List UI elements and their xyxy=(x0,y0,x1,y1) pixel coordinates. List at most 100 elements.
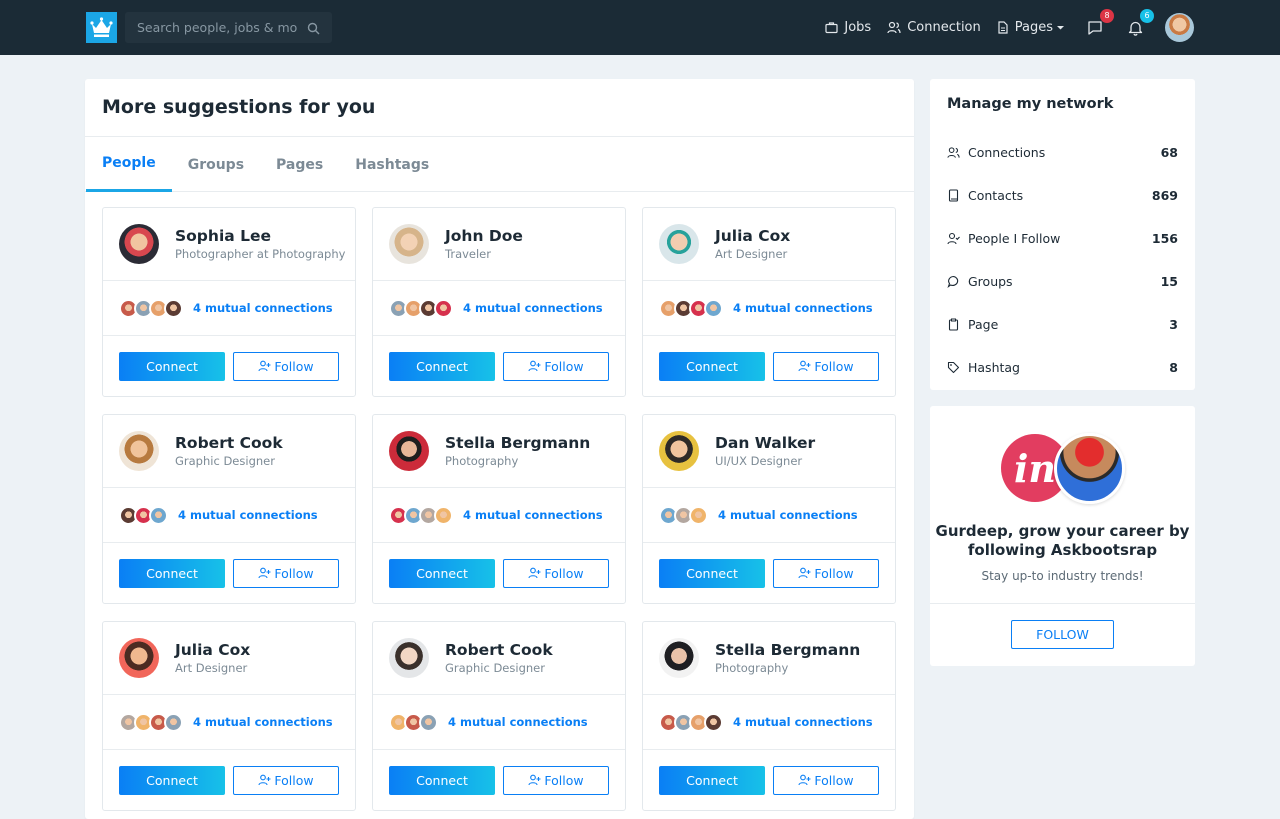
connect-button[interactable]: Connect xyxy=(389,765,495,795)
nav-connection[interactable]: Connection xyxy=(887,20,981,35)
mutual-connections-link[interactable]: 4 mutual connections xyxy=(178,508,318,522)
follow-button[interactable]: Follow xyxy=(233,351,339,381)
network-item-connections[interactable]: Connections 68 xyxy=(930,131,1195,174)
nav-jobs[interactable]: Jobs xyxy=(825,20,871,35)
page-title: More suggestions for you xyxy=(85,79,914,137)
notifications-button[interactable]: 6 xyxy=(1125,8,1154,38)
follow-button[interactable]: Follow xyxy=(233,765,339,795)
network-item-label: People I Follow xyxy=(968,231,1061,246)
person-avatar[interactable] xyxy=(389,224,429,264)
tag-icon xyxy=(947,361,960,374)
user-avatar[interactable] xyxy=(1165,13,1194,42)
search-box[interactable] xyxy=(125,12,332,43)
mutual-connections-link[interactable]: 4 mutual connections xyxy=(718,508,858,522)
person-info: Robert Cook Graphic Designer xyxy=(445,641,553,676)
mutual-avatar xyxy=(149,505,168,525)
mutual-connections-link[interactable]: 4 mutual connections xyxy=(448,715,588,729)
network-item-label: Contacts xyxy=(968,188,1024,203)
connect-button[interactable]: Connect xyxy=(389,351,495,381)
nav-jobs-label: Jobs xyxy=(844,20,872,35)
tab-hashtags[interactable]: Hashtags xyxy=(339,137,445,192)
mutual-connections-link[interactable]: 4 mutual connections xyxy=(733,715,873,729)
person-avatar[interactable] xyxy=(119,638,159,678)
logo-crown-icon[interactable] xyxy=(86,12,117,43)
person-name[interactable]: Stella Bergmann xyxy=(715,641,860,660)
mutual-avatar xyxy=(434,505,453,525)
user-plus-icon xyxy=(798,774,811,786)
user-check-icon xyxy=(947,232,960,245)
person-name[interactable]: Sophia Lee xyxy=(175,227,345,246)
nav-pages[interactable]: Pages xyxy=(997,20,1065,35)
follow-button[interactable]: Follow xyxy=(503,558,609,588)
search-icon[interactable] xyxy=(307,20,320,39)
mutual-connections-link[interactable]: 4 mutual connections xyxy=(193,301,333,315)
follow-button[interactable]: Follow xyxy=(233,558,339,588)
tab-groups[interactable]: Groups xyxy=(172,137,260,192)
messages-button[interactable]: 8 xyxy=(1085,8,1114,38)
person-card-header: Stella Bergmann Photography xyxy=(373,415,625,488)
mutual-connections-link[interactable]: 4 mutual connections xyxy=(733,301,873,315)
person-avatar[interactable] xyxy=(389,431,429,471)
search-input[interactable] xyxy=(137,20,297,35)
person-avatar[interactable] xyxy=(119,431,159,471)
manage-network-panel: Manage my network Connections 68 Contact… xyxy=(930,79,1195,390)
person-avatar[interactable] xyxy=(659,224,699,264)
follow-button[interactable]: Follow xyxy=(503,765,609,795)
mutual-avatar xyxy=(434,298,453,318)
person-avatar[interactable] xyxy=(659,638,699,678)
network-item-people-i-follow[interactable]: People I Follow 156 xyxy=(930,217,1195,260)
network-item-contacts[interactable]: Contacts 869 xyxy=(930,174,1195,217)
person-card-actions: Connect Follow xyxy=(103,543,355,603)
clipboard-icon xyxy=(948,318,959,331)
mutual-connections-row: 4 mutual connections xyxy=(373,695,625,750)
promo-follow-button[interactable]: FOLLOW xyxy=(1011,620,1114,649)
person-card: Dan Walker UI/UX Designer 4 mutual conne… xyxy=(642,414,896,604)
follow-button[interactable]: Follow xyxy=(773,351,879,381)
network-item-page[interactable]: Page 3 xyxy=(930,303,1195,346)
person-name[interactable]: Julia Cox xyxy=(715,227,790,246)
person-info: Sophia Lee Photographer at Photography xyxy=(175,227,345,262)
person-info: Dan Walker UI/UX Designer xyxy=(715,434,815,469)
promo-headline-line1: Gurdeep, grow your career by xyxy=(935,522,1190,540)
person-name[interactable]: John Doe xyxy=(445,227,523,246)
network-item-hashtag[interactable]: Hashtag 8 xyxy=(930,346,1195,389)
file-icon xyxy=(998,21,1008,34)
mutual-avatar xyxy=(164,712,183,732)
follow-button[interactable]: Follow xyxy=(773,765,879,795)
person-avatar[interactable] xyxy=(119,224,159,264)
user-plus-icon xyxy=(258,567,271,579)
message-icon xyxy=(1088,20,1102,35)
tab-pages[interactable]: Pages xyxy=(260,137,339,192)
connect-button[interactable]: Connect xyxy=(659,558,765,588)
person-name[interactable]: Dan Walker xyxy=(715,434,815,453)
mutual-connections-row: 4 mutual connections xyxy=(103,281,355,336)
mutual-connections-link[interactable]: 4 mutual connections xyxy=(463,508,603,522)
person-name[interactable]: Robert Cook xyxy=(175,434,283,453)
divider xyxy=(930,603,1195,604)
person-avatar[interactable] xyxy=(659,431,699,471)
mutual-avatar xyxy=(704,712,723,732)
connect-button[interactable]: Connect xyxy=(389,558,495,588)
tab-people[interactable]: People xyxy=(86,137,172,192)
connect-button[interactable]: Connect xyxy=(119,351,225,381)
connect-button[interactable]: Connect xyxy=(119,558,225,588)
follow-button[interactable]: Follow xyxy=(773,558,879,588)
user-plus-icon xyxy=(258,774,271,786)
mutual-connections-row: 4 mutual connections xyxy=(643,695,895,750)
connect-button[interactable]: Connect xyxy=(659,765,765,795)
users-icon xyxy=(947,147,960,158)
follow-label: Follow xyxy=(544,358,584,374)
person-card: Sophia Lee Photographer at Photography 4… xyxy=(102,207,356,397)
person-name[interactable]: Robert Cook xyxy=(445,641,553,660)
connect-button[interactable]: Connect xyxy=(119,765,225,795)
connect-button[interactable]: Connect xyxy=(659,351,765,381)
person-name[interactable]: Stella Bergmann xyxy=(445,434,590,453)
mutual-connections-link[interactable]: 4 mutual connections xyxy=(463,301,603,315)
mutual-connections-link[interactable]: 4 mutual connections xyxy=(193,715,333,729)
network-item-groups[interactable]: Groups 15 xyxy=(930,260,1195,303)
follow-button[interactable]: Follow xyxy=(503,351,609,381)
person-avatar[interactable] xyxy=(389,638,429,678)
person-card-actions: Connect Follow xyxy=(373,750,625,810)
person-card: Robert Cook Graphic Designer 4 mutual co… xyxy=(102,414,356,604)
person-name[interactable]: Julia Cox xyxy=(175,641,250,660)
